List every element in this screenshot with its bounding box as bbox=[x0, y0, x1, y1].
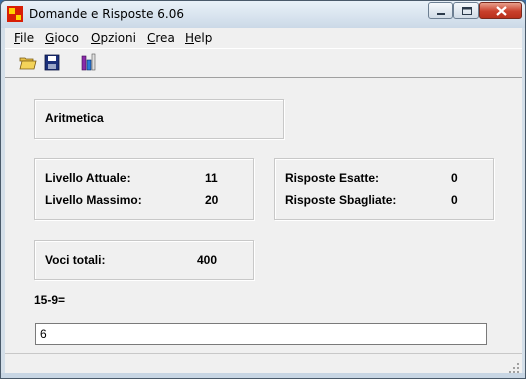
entries-panel: Voci totali: 400 bbox=[34, 240, 254, 280]
close-button[interactable] bbox=[479, 2, 522, 19]
menu-file[interactable]: File bbox=[14, 31, 34, 45]
stats-button[interactable] bbox=[77, 52, 99, 74]
client-area: File Gioco Opzioni Crea Help Aritmetica … bbox=[5, 28, 522, 376]
question-text: 15-9= bbox=[34, 293, 66, 307]
menu-bar: File Gioco Opzioni Crea Help bbox=[5, 28, 522, 47]
app-window: Domande e Risposte 6.06 File Gioco Opzio… bbox=[0, 0, 526, 379]
levels-panel: Livello Attuale: 11 Livello Massimo: 20 bbox=[34, 158, 254, 220]
app-icon bbox=[7, 6, 23, 22]
maximize-icon bbox=[462, 7, 472, 15]
total-entries-value: 400 bbox=[197, 253, 218, 267]
topic-panel: Aritmetica bbox=[34, 99, 284, 139]
stats-icon bbox=[81, 53, 96, 71]
correct-answers-label: Risposte Esatte: bbox=[285, 171, 380, 185]
open-folder-icon bbox=[19, 57, 37, 70]
max-level-label: Livello Massimo: bbox=[45, 193, 142, 207]
title-bar[interactable]: Domande e Risposte 6.06 bbox=[1, 1, 525, 28]
save-disk-icon bbox=[44, 54, 60, 71]
maximize-button[interactable] bbox=[453, 2, 479, 19]
current-level-label: Livello Attuale: bbox=[45, 171, 131, 185]
close-icon bbox=[496, 6, 507, 16]
menu-opzioni[interactable]: Opzioni bbox=[91, 31, 136, 45]
toolbar bbox=[5, 48, 522, 78]
wrong-answers-label: Risposte Sbagliate: bbox=[285, 193, 397, 207]
wrong-answers-value: 0 bbox=[451, 193, 458, 207]
total-entries-label: Voci totali: bbox=[45, 253, 106, 267]
menu-gioco[interactable]: Gioco bbox=[45, 31, 79, 45]
correct-answers-value: 0 bbox=[451, 171, 458, 185]
window-frame-bottom bbox=[1, 373, 525, 378]
menu-crea[interactable]: Crea bbox=[147, 31, 175, 45]
answers-panel: Risposte Esatte: 0 Risposte Sbagliate: 0 bbox=[274, 158, 494, 220]
answer-input[interactable] bbox=[35, 323, 487, 345]
topic-name: Aritmetica bbox=[45, 111, 104, 125]
max-level-value: 20 bbox=[205, 193, 219, 207]
current-level-value: 11 bbox=[205, 171, 218, 185]
save-button[interactable] bbox=[41, 52, 63, 74]
open-button[interactable] bbox=[17, 52, 39, 74]
minimize-icon bbox=[437, 13, 445, 15]
menu-help[interactable]: Help bbox=[185, 31, 212, 45]
minimize-button[interactable] bbox=[428, 2, 453, 19]
window-title: Domande e Risposte 6.06 bbox=[29, 7, 184, 21]
